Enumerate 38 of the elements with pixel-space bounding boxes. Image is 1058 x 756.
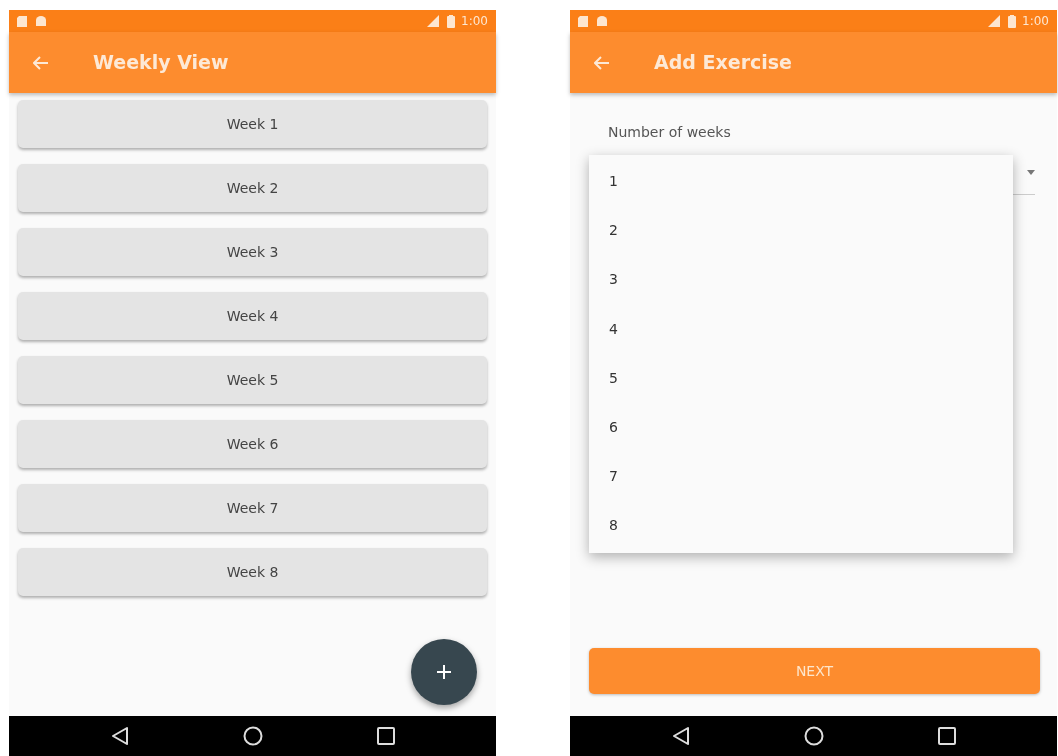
- dropdown-option[interactable]: 5: [589, 353, 1013, 403]
- home-icon[interactable]: [242, 726, 263, 746]
- dropdown-option[interactable]: 4: [589, 304, 1013, 354]
- sd-card-icon: [578, 15, 588, 27]
- field-label: Number of weeks: [607, 123, 732, 142]
- android-icon: [596, 16, 608, 26]
- week-button[interactable]: Week 4: [18, 292, 487, 340]
- week-button[interactable]: Week 5: [18, 356, 487, 404]
- screen-title: Weekly View: [93, 51, 229, 74]
- add-button[interactable]: [411, 639, 477, 705]
- dropdown-option[interactable]: 1: [589, 157, 1013, 207]
- dropdown-option[interactable]: 3: [589, 255, 1013, 305]
- battery-icon: [447, 14, 456, 28]
- android-icon: [35, 16, 47, 26]
- recents-icon[interactable]: [376, 727, 395, 745]
- back-icon[interactable]: [110, 726, 129, 746]
- battery-icon: [1008, 14, 1017, 28]
- status-time: 1:00: [461, 13, 488, 30]
- dropdown-option[interactable]: 8: [589, 501, 1013, 551]
- week-button[interactable]: Week 1: [18, 100, 487, 148]
- dropdown-option[interactable]: 6: [589, 402, 1013, 453]
- status-time: 1:00: [1022, 13, 1049, 30]
- recents-icon[interactable]: [937, 727, 956, 745]
- week-button[interactable]: Week 2: [18, 164, 487, 212]
- screen-title: Add Exercise: [654, 51, 792, 74]
- dropdown-caret-icon: [1027, 170, 1035, 175]
- week-button[interactable]: Week 7: [18, 484, 487, 532]
- signal-icon: [986, 15, 1001, 27]
- dropdown-option[interactable]: 7: [589, 452, 1013, 502]
- plus-icon: [437, 665, 451, 679]
- week-button[interactable]: Week 8: [18, 548, 487, 596]
- sd-card-icon: [17, 15, 27, 27]
- back-icon[interactable]: [671, 726, 690, 746]
- week-button[interactable]: Week 3: [18, 228, 487, 276]
- dropdown-option[interactable]: 2: [589, 206, 1013, 256]
- week-button[interactable]: Week 6: [18, 420, 487, 468]
- home-icon[interactable]: [803, 726, 824, 746]
- signal-icon: [425, 15, 440, 27]
